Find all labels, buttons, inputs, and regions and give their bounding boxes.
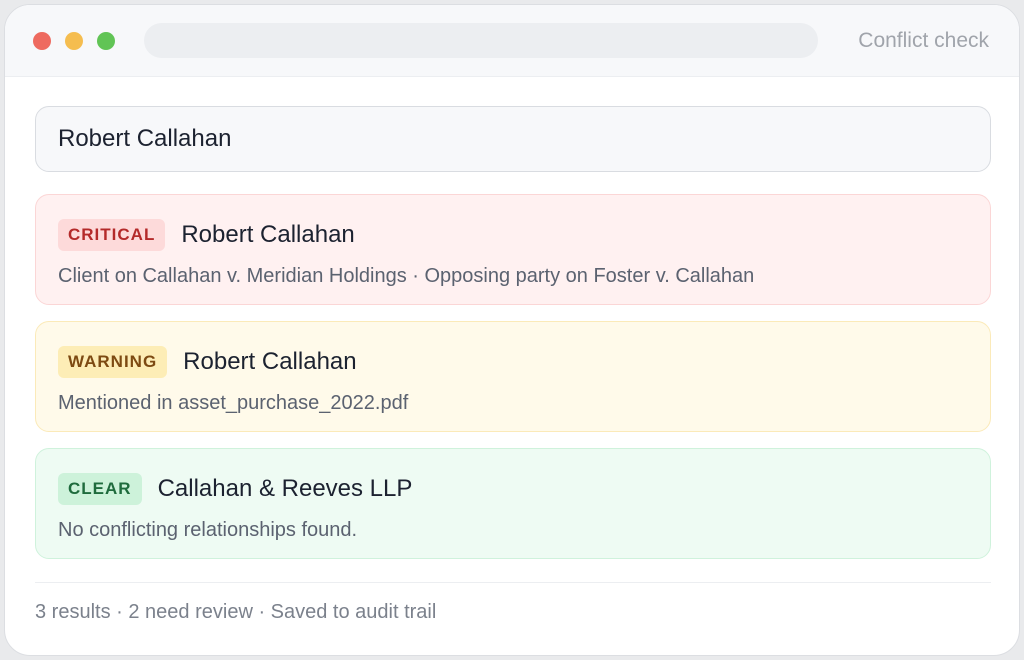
status-badge: CRITICAL bbox=[58, 219, 166, 251]
result-card-warning[interactable]: WARNING Robert Callahan Mentioned in ass… bbox=[35, 321, 991, 432]
status-badge: CLEAR bbox=[58, 473, 142, 505]
title-bar: Conflict check bbox=[5, 5, 1019, 77]
result-card-clear[interactable]: CLEAR Callahan & Reeves LLP No conflicti… bbox=[35, 448, 991, 559]
result-header: WARNING Robert Callahan bbox=[58, 342, 968, 382]
search-input[interactable] bbox=[35, 106, 991, 172]
minimize-window-button[interactable] bbox=[65, 32, 83, 50]
close-window-button[interactable] bbox=[33, 32, 51, 50]
result-detail: Client on Callahan v. Meridian Holdings … bbox=[58, 265, 755, 287]
footer-divider bbox=[35, 582, 991, 583]
result-card-critical[interactable]: CRITICAL Robert Callahan Client on Calla… bbox=[35, 194, 991, 305]
result-name: Robert Callahan bbox=[183, 348, 357, 375]
address-bar[interactable] bbox=[144, 23, 818, 58]
result-detail: No conflicting relationships found. bbox=[58, 519, 358, 541]
result-name: Robert Callahan bbox=[181, 221, 355, 248]
status-badge: WARNING bbox=[58, 346, 168, 378]
results-summary: 3 results · 2 need review · Saved to aud… bbox=[35, 601, 437, 623]
result-header: CRITICAL Robert Callahan bbox=[58, 215, 968, 255]
maximize-window-button[interactable] bbox=[97, 32, 115, 50]
window-title: Conflict check bbox=[858, 29, 989, 52]
result-name: Callahan & Reeves LLP bbox=[157, 475, 413, 502]
result-header: CLEAR Callahan & Reeves LLP bbox=[58, 469, 968, 509]
app-window: Conflict check CRITICAL Robert Callahan … bbox=[4, 4, 1020, 656]
result-detail: Mentioned in asset_purchase_2022.pdf bbox=[58, 392, 409, 414]
